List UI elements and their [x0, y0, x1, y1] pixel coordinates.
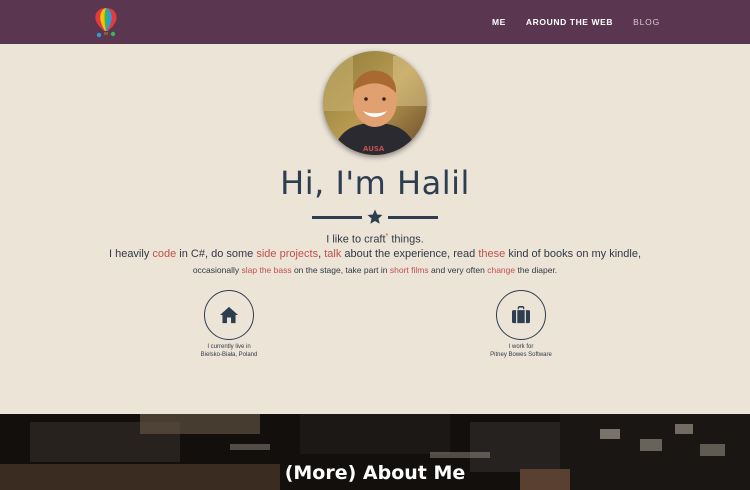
intro-line-2: I heavily code in C#, do some side proje…: [108, 248, 642, 260]
briefcase-icon-circle: [496, 290, 546, 340]
nav-around-the-web-link[interactable]: AROUND THE WEB: [526, 17, 613, 27]
employer-label: I work for: [508, 344, 534, 350]
svg-text:AUSA: AUSA: [363, 145, 385, 153]
intro-line-3: occasionally slap the bass on the stage,…: [192, 265, 558, 275]
these-books-link[interactable]: these: [478, 248, 505, 260]
briefcase-icon: [512, 306, 530, 324]
change-link[interactable]: change: [487, 265, 515, 275]
nav-blog-link[interactable]: BLOG: [633, 17, 660, 27]
slap-the-bass-link[interactable]: slap the bass: [242, 265, 292, 275]
title-divider: [312, 208, 438, 226]
top-navbar: ME AROUND THE WEB BLOG: [0, 0, 750, 44]
star-icon: [367, 209, 383, 224]
location-info: I currently live in Bielsko-Biała, Polan…: [169, 290, 289, 359]
nav-me-link[interactable]: ME: [492, 17, 506, 27]
short-films-link[interactable]: short films: [390, 265, 429, 275]
talk-link[interactable]: talk: [324, 248, 341, 260]
home-icon: [220, 306, 238, 324]
profile-avatar: AUSA: [323, 51, 427, 155]
work-info: I work for Pitney Bowes Software: [461, 290, 581, 359]
about-title: (More) About Me: [284, 462, 466, 484]
code-link[interactable]: code: [152, 248, 176, 260]
intro-line-1: I like to craft* things.: [326, 233, 424, 246]
about-section: (More) About Me: [0, 414, 750, 490]
side-projects-link[interactable]: side projects: [256, 248, 318, 260]
home-icon-circle: [204, 290, 254, 340]
location-label: I currently live in: [207, 344, 251, 350]
employer-value: Pitney Bowes Software: [490, 351, 552, 358]
location-value: Bielsko-Biała, Poland: [200, 351, 258, 358]
hero-title: Hi, I'm Halil: [280, 164, 470, 202]
hot-air-balloon-logo-icon[interactable]: [90, 6, 122, 38]
